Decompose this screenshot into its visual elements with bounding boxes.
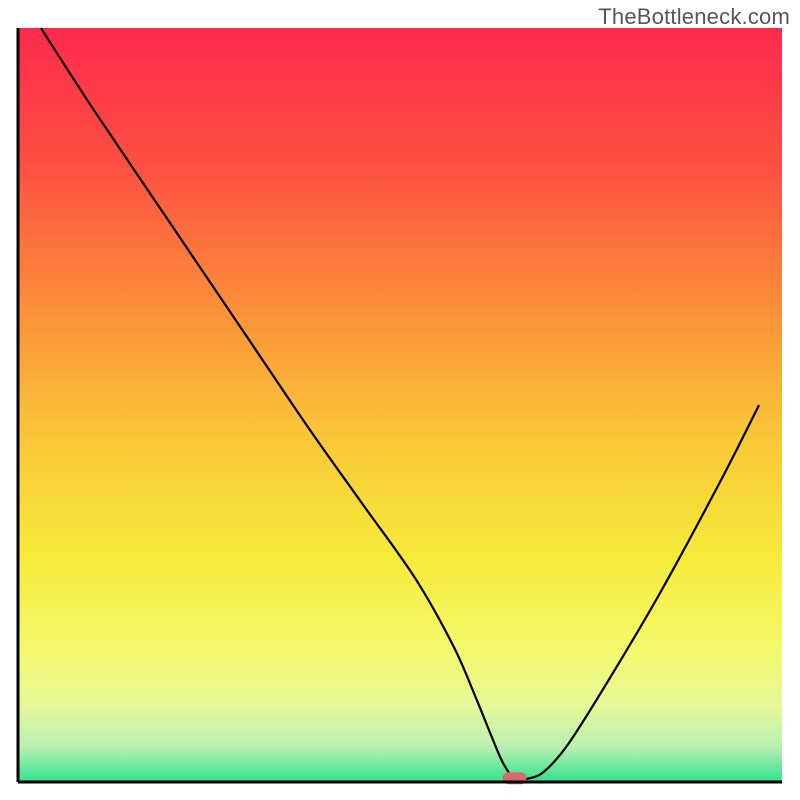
bottleneck-chart xyxy=(0,0,800,800)
watermark-label: TheBottleneck.com xyxy=(598,4,790,30)
plot-background xyxy=(18,28,782,782)
chart-container: { "watermark": "TheBottleneck.com", "cha… xyxy=(0,0,800,800)
